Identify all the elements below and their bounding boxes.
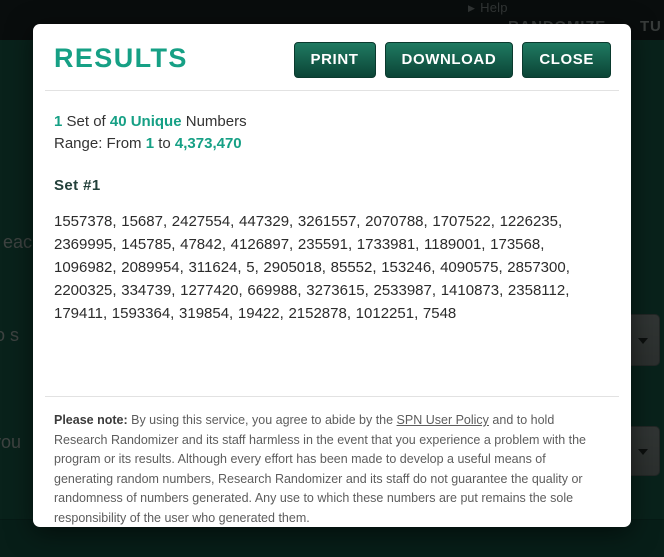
range-mid-text: to (154, 135, 175, 152)
screen: ▶Help RANDOMIZE TU n eac to s you RESULT… (0, 0, 664, 557)
range-to-value: 4,373,470 (174, 135, 242, 152)
print-button[interactable]: PRINT (293, 42, 376, 78)
download-button[interactable]: DOWNLOAD (384, 42, 514, 78)
note-part-2: and to hold Research Randomizer and its … (54, 413, 586, 525)
note-part-1: By using this service, you agree to abid… (127, 413, 397, 427)
note-bold-prefix: Please note: (54, 413, 128, 427)
modal-action-buttons: PRINT DOWNLOAD CLOSE (293, 42, 611, 78)
range-prefix-text: Range: From (54, 135, 146, 152)
page-title: RESULTS (54, 43, 188, 73)
close-button[interactable]: CLOSE (522, 42, 611, 78)
results-modal: RESULTS PRINT DOWNLOAD CLOSE 1 Set of 40… (33, 24, 631, 527)
unique-count-value: 40 Unique (109, 113, 182, 130)
summary-set-count-line: 1 Set of 40 Unique Numbers (54, 111, 610, 133)
disclaimer-note: Please note: By using this service, you … (33, 397, 613, 527)
set-of-text: Set of (62, 113, 110, 130)
modal-footer: Please note: By using this service, you … (33, 396, 631, 527)
modal-header: RESULTS PRINT DOWNLOAD CLOSE (33, 24, 631, 90)
spn-user-policy-link[interactable]: SPN User Policy (397, 413, 489, 427)
numbers-word: Numbers (181, 113, 247, 130)
summary-range-line: Range: From 1 to 4,373,470 (54, 133, 610, 155)
range-from-value: 1 (145, 135, 155, 152)
generated-numbers-list: 1557378, 15687, 2427554, 447329, 3261557… (54, 213, 570, 322)
set-heading: Set #1 (54, 177, 101, 194)
modal-body: 1 Set of 40 Unique Numbers Range: From 1… (33, 91, 631, 325)
